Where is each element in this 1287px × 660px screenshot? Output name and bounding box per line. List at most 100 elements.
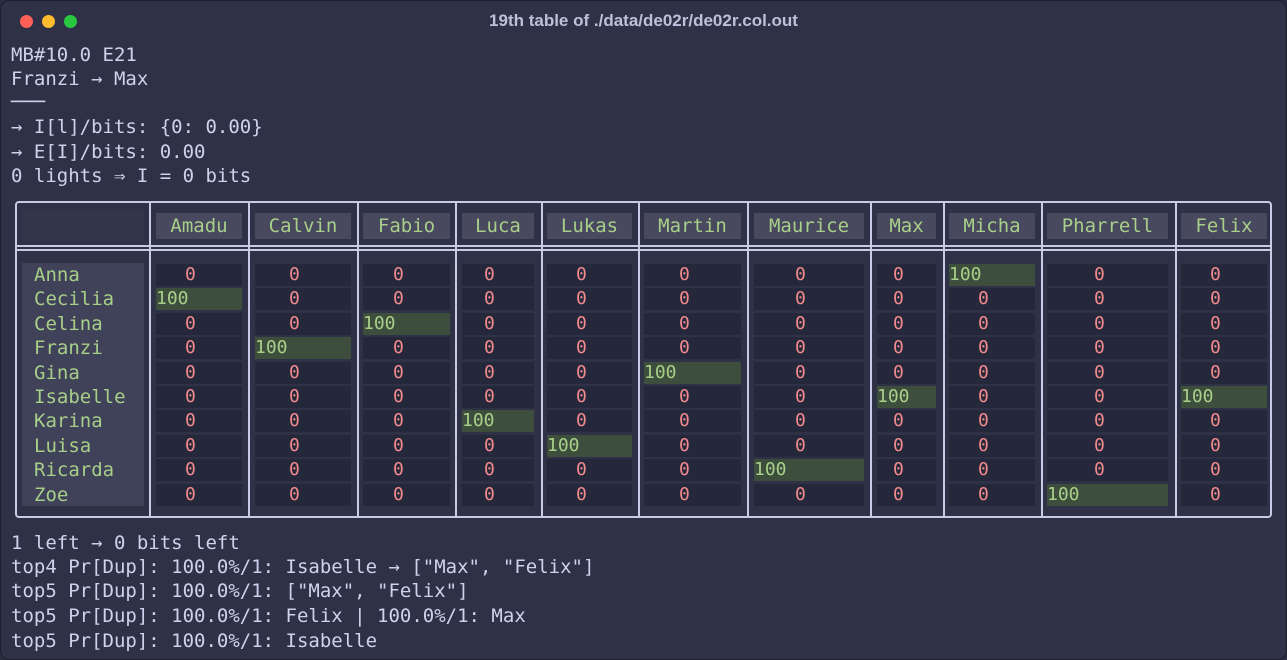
table-cell: 0 [1047, 362, 1168, 384]
table-cell: 0 [1047, 264, 1168, 286]
table-cell: 0 [363, 484, 450, 506]
table-cell: 0 [462, 484, 534, 506]
table-cell: 0 [1047, 435, 1168, 457]
table-cell-highlight: 100 [462, 410, 534, 432]
table-cell: 0 [255, 264, 351, 286]
table-cell: 0 [1181, 435, 1267, 457]
table-cell: 0 [949, 337, 1035, 359]
table-cell: 0 [644, 459, 741, 481]
row-name: Isabelle [34, 386, 126, 408]
column-separator [149, 203, 151, 516]
column-header: Micha [949, 213, 1035, 239]
table-cell: 0 [462, 459, 534, 481]
table-cell: 0 [156, 337, 242, 359]
table-cell-highlight: 100 [754, 459, 864, 481]
table-cell: 0 [156, 484, 242, 506]
table-cell: 0 [877, 288, 936, 310]
column-header: Max [877, 213, 936, 239]
footer-line: top5 Pr[Dup]: 100.0%/1: Felix | 100.0%/1… [11, 605, 526, 627]
table-cell: 0 [1181, 362, 1267, 384]
table-cell: 0 [255, 484, 351, 506]
table-header-rule [15, 249, 1272, 251]
table-cell: 0 [156, 459, 242, 481]
table-cell: 0 [754, 386, 864, 408]
table-cell: 0 [754, 410, 864, 432]
table-cell: 0 [949, 435, 1035, 457]
table-cell-highlight: 100 [547, 435, 632, 457]
table-cell: 0 [363, 435, 450, 457]
table-cell: 0 [462, 362, 534, 384]
header-line: Franzi → Max [11, 68, 149, 90]
table-cell: 0 [754, 484, 864, 506]
table-cell: 0 [644, 313, 741, 335]
table-cell: 0 [547, 410, 632, 432]
column-header: Martin [644, 213, 741, 239]
column-separator [1041, 203, 1043, 516]
table-cell: 0 [547, 313, 632, 335]
table-cell: 0 [156, 435, 242, 457]
table-cell: 0 [255, 288, 351, 310]
table-cell: 0 [363, 410, 450, 432]
table-cell: 0 [363, 337, 450, 359]
table-cell: 0 [1047, 459, 1168, 481]
table-cell: 0 [754, 435, 864, 457]
header-line: 0 lights ⇒ I = 0 bits [11, 165, 252, 187]
column-separator [1175, 203, 1177, 516]
table-cell: 0 [547, 362, 632, 384]
table-cell: 0 [547, 264, 632, 286]
table-cell: 0 [754, 313, 864, 335]
column-header: Fabio [363, 213, 450, 239]
table-cell: 0 [156, 410, 242, 432]
header-line: → E[I]/bits: 0.00 [11, 141, 206, 163]
column-separator [248, 203, 250, 516]
table-cell: 0 [877, 313, 936, 335]
table-cell: 0 [754, 362, 864, 384]
row-name: Gina [34, 362, 80, 384]
table-cell-highlight: 100 [644, 362, 741, 384]
column-separator [943, 203, 945, 516]
table-cell: 0 [363, 362, 450, 384]
table-corner [22, 209, 144, 241]
column-header: Calvin [255, 213, 351, 239]
row-name: Anna [34, 264, 80, 286]
table-cell: 0 [1047, 313, 1168, 335]
table-cell: 0 [949, 410, 1035, 432]
table-cell-highlight: 100 [949, 264, 1035, 286]
table-cell: 0 [462, 386, 534, 408]
table-cell: 0 [363, 264, 450, 286]
table-cell: 0 [644, 410, 741, 432]
column-header: Luca [462, 213, 534, 239]
table-cell: 0 [547, 337, 632, 359]
table-cell: 0 [156, 386, 242, 408]
table-cell: 0 [156, 264, 242, 286]
table-cell: 0 [877, 435, 936, 457]
table-cell: 0 [644, 484, 741, 506]
header-line: MB#10.0 E21 [11, 44, 137, 66]
footer-line: top5 Pr[Dup]: 100.0%/1: Isabelle [11, 630, 378, 652]
column-header: Lukas [547, 213, 632, 239]
column-header: Amadu [156, 213, 242, 239]
table-cell: 0 [1047, 288, 1168, 310]
table-cell: 0 [754, 288, 864, 310]
table-cell: 0 [363, 386, 450, 408]
table-cell: 0 [156, 313, 242, 335]
footer-line: top5 Pr[Dup]: 100.0%/1: ["Max", "Felix"] [11, 580, 469, 602]
table-cell-highlight: 100 [1047, 484, 1168, 506]
table-cell: 0 [547, 459, 632, 481]
table-cell: 0 [644, 337, 741, 359]
table-cell: 0 [949, 362, 1035, 384]
table-cell: 0 [877, 410, 936, 432]
table-cell: 0 [877, 264, 936, 286]
table-cell: 0 [255, 362, 351, 384]
table-cell: 0 [1181, 410, 1267, 432]
title-bar: 19th table of ./data/de02r/de02r.col.out [1, 1, 1286, 41]
table-cell-highlight: 100 [363, 313, 450, 335]
table-cell: 0 [363, 459, 450, 481]
table-cell: 0 [462, 337, 534, 359]
table-cell: 0 [877, 459, 936, 481]
table-cell-highlight: 100 [1181, 386, 1267, 408]
table-cell: 0 [644, 264, 741, 286]
table-cell: 0 [644, 288, 741, 310]
column-separator [870, 203, 872, 516]
table-cell: 0 [1181, 288, 1267, 310]
